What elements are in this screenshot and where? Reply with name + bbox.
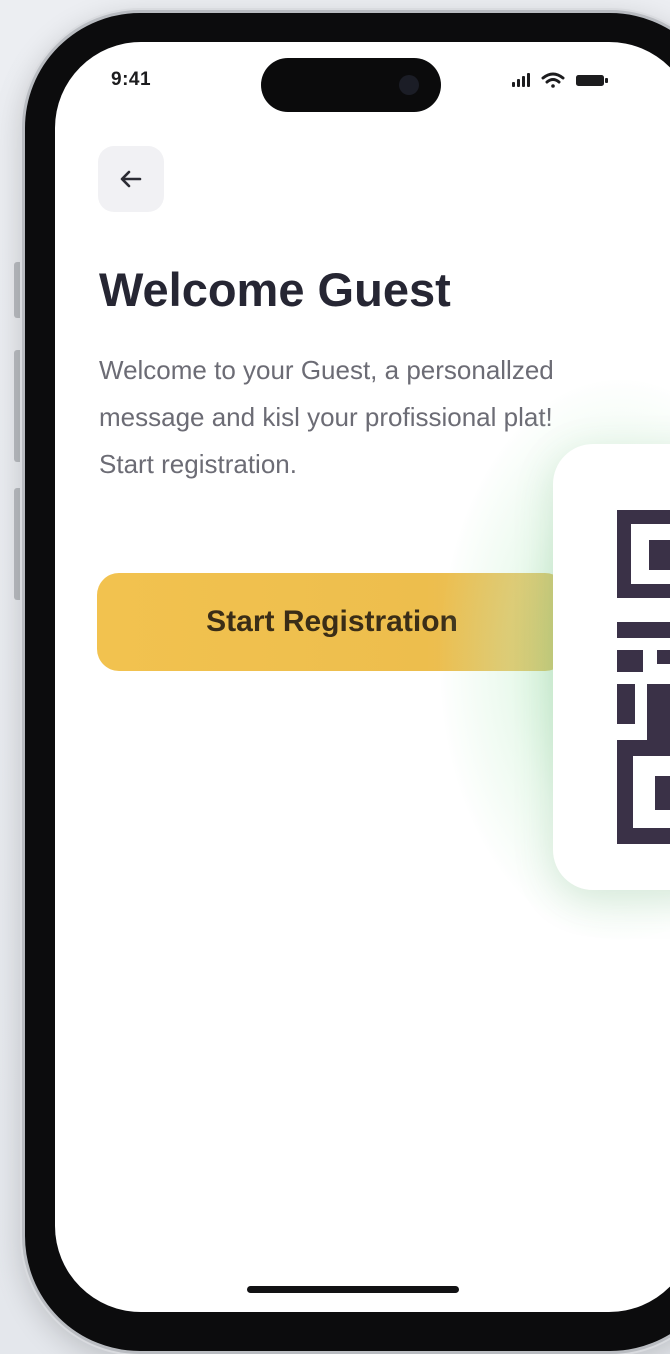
background: 9:41 Welcome Guest Welcome to your Guest… [0, 0, 670, 1354]
page-title: Welcome Guest [99, 263, 451, 316]
back-button[interactable] [98, 146, 164, 212]
volume-down-button [14, 488, 22, 600]
qr-code-icon [617, 510, 670, 844]
battery-icon [576, 75, 608, 86]
dynamic-island [261, 58, 441, 112]
wifi-icon [541, 72, 565, 88]
mute-switch [14, 262, 22, 318]
arrow-left-icon [120, 170, 142, 188]
status-time: 9:41 [111, 69, 152, 90]
signal-icon [512, 73, 530, 87]
front-camera [399, 75, 419, 95]
status-icons [512, 72, 608, 88]
home-indicator [247, 1286, 459, 1293]
volume-up-button [14, 350, 22, 462]
